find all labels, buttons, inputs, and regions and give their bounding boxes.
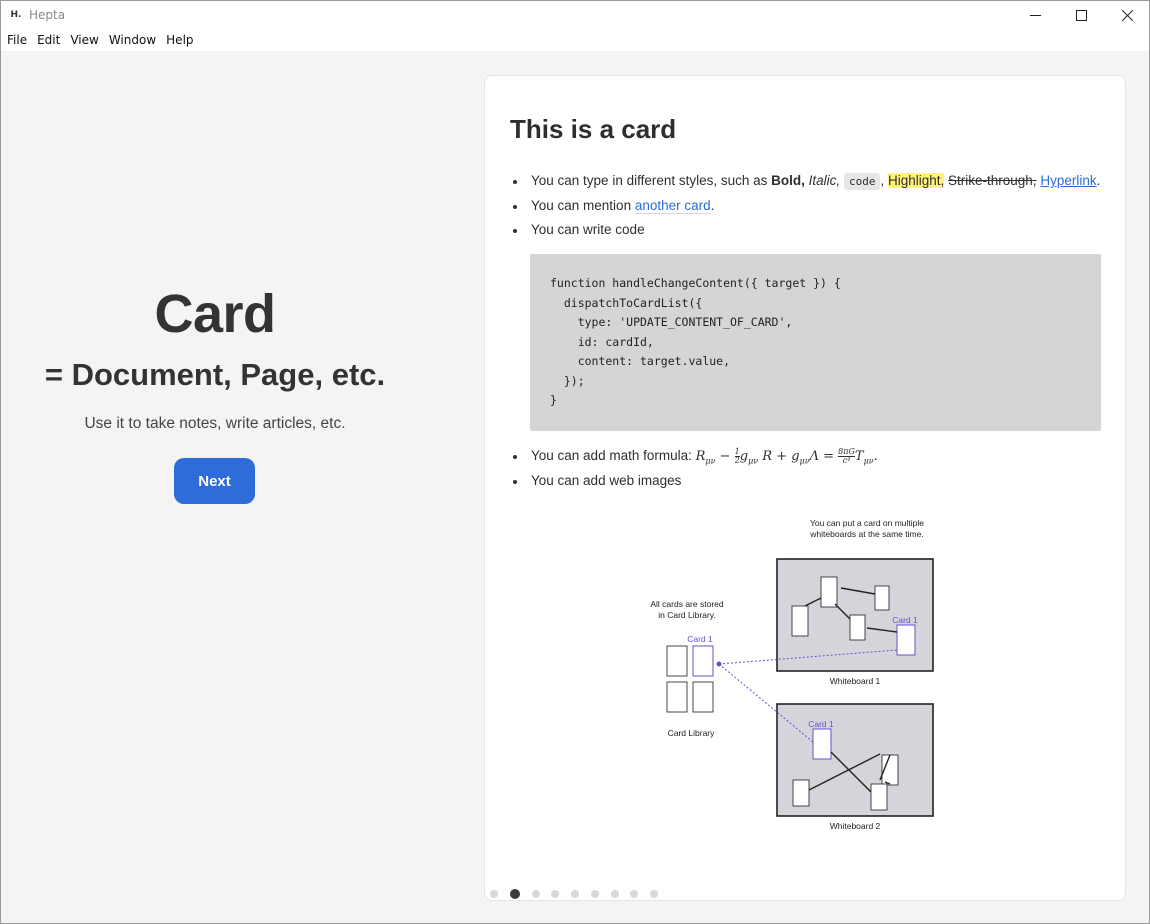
card-bullet-list: You can type in different styles, such a… bbox=[510, 169, 1110, 243]
page-dot-active[interactable] bbox=[509, 889, 520, 899]
list-item: You can write code bbox=[510, 218, 1110, 243]
maximize-icon bbox=[1075, 9, 1087, 21]
next-button[interactable]: Next bbox=[174, 458, 255, 504]
whiteboard-2-label: Whiteboard 2 bbox=[830, 821, 881, 831]
page-dot[interactable] bbox=[571, 890, 579, 898]
whiteboard-1-label: Whiteboard 1 bbox=[830, 676, 881, 686]
code-block: function handleChangeContent({ target })… bbox=[530, 254, 1101, 431]
menu-bar: File Edit View Window Help bbox=[0, 30, 1150, 51]
whiteboard-diagram-image: You can put a card on multiple whiteboar… bbox=[650, 518, 934, 831]
image-bullet-text: You can add web images bbox=[531, 472, 682, 488]
library-link-dot bbox=[716, 661, 722, 667]
bold-text: Bold, bbox=[771, 173, 805, 188]
card-mention-link[interactable]: another card bbox=[634, 197, 711, 214]
code-bullet-text: You can write code bbox=[531, 222, 645, 237]
card-library-label: Card Library bbox=[668, 728, 716, 738]
inline-code: code bbox=[843, 173, 881, 190]
doc-icon bbox=[820, 576, 838, 608]
card1-label: Card 1 bbox=[892, 615, 918, 625]
doc-icon bbox=[692, 681, 714, 713]
hyperlink[interactable]: Hyperlink bbox=[1040, 173, 1096, 188]
diagram-note-left: in Card Library. bbox=[658, 610, 715, 620]
mention-prefix: You can mention bbox=[531, 197, 635, 213]
code-line: id: cardId, bbox=[550, 334, 654, 349]
window-title: Hepta bbox=[29, 8, 66, 22]
card1-doc-icon bbox=[896, 624, 916, 656]
page-dot[interactable] bbox=[531, 890, 540, 898]
pagination-dots bbox=[480, 880, 668, 908]
list-item: You can add math formula: Rμν − 1 2 gμν R … bbox=[510, 444, 1110, 469]
highlight-text: Highlight, bbox=[887, 173, 945, 188]
minimize-button[interactable] bbox=[1012, 0, 1058, 30]
menu-window[interactable]: Window bbox=[104, 30, 161, 51]
strikethrough-text: Strike-through, bbox=[948, 173, 1037, 188]
intro-description: Use it to take notes, write articles, et… bbox=[84, 415, 346, 432]
styles-end: . bbox=[1096, 173, 1101, 188]
title-bar: H. Hepta bbox=[0, 0, 1150, 30]
card-bullet-list-2: You can add math formula: Rμν − 1 2 gμν R … bbox=[510, 444, 1110, 493]
card1-doc-icon bbox=[812, 728, 832, 760]
menu-file[interactable]: File bbox=[2, 30, 32, 51]
doc-icon bbox=[849, 614, 866, 641]
doc-icon bbox=[666, 645, 688, 677]
menu-view[interactable]: View bbox=[65, 30, 103, 51]
card1-label: Card 1 bbox=[808, 719, 834, 729]
doc-icon bbox=[870, 783, 888, 811]
card1-doc-icon bbox=[692, 645, 714, 677]
math-formula: Rμν − 1 2 gμν R + gμνΛ = 8πG c⁴ Tμν. bbox=[695, 447, 878, 466]
page-dot[interactable] bbox=[610, 890, 619, 898]
code-line: type: 'UPDATE_CONTENT_OF_CARD', bbox=[550, 315, 793, 329]
diagram-note-top: whiteboards at the same time. bbox=[809, 529, 923, 539]
code-line: function handleChangeContent({ target })… bbox=[550, 276, 841, 290]
doc-icon bbox=[666, 681, 688, 713]
italic-text: Italic, bbox=[808, 173, 841, 188]
maximize-button[interactable] bbox=[1058, 0, 1104, 30]
page-dot[interactable] bbox=[490, 890, 498, 898]
intro-title: Card bbox=[154, 284, 276, 344]
window-controls bbox=[1012, 0, 1150, 30]
mention-end: . bbox=[710, 197, 715, 213]
page-dot[interactable] bbox=[630, 890, 639, 898]
math-bullet-text: You can add math formula: bbox=[531, 448, 696, 463]
code-line: content: target.value, bbox=[550, 354, 731, 368]
doc-icon bbox=[792, 779, 810, 807]
code-line: } bbox=[550, 393, 557, 407]
card1-label: Card 1 bbox=[687, 634, 713, 644]
list-item: You can add web images bbox=[510, 469, 1110, 494]
page-dot[interactable] bbox=[650, 890, 658, 898]
close-icon bbox=[1121, 9, 1133, 21]
intro-subtitle: = Document, Page, etc. bbox=[44, 357, 386, 392]
sample-card[interactable]: This is a card You can type in different… bbox=[484, 75, 1126, 901]
list-item: You can mention another card. bbox=[510, 194, 1110, 219]
close-button[interactable] bbox=[1104, 0, 1150, 30]
code-line: dispatchToCardList({ bbox=[550, 295, 703, 310]
menu-help[interactable]: Help bbox=[161, 30, 198, 51]
minimize-icon bbox=[1029, 14, 1041, 16]
diagram-note-left: All cards are stored bbox=[650, 599, 723, 609]
page-dot[interactable] bbox=[590, 890, 599, 898]
card-title: This is a card bbox=[510, 114, 677, 144]
code-line: }); bbox=[550, 373, 585, 388]
list-item: You can type in different styles, such a… bbox=[510, 169, 1110, 194]
doc-icon bbox=[791, 605, 809, 637]
diagram-note-top: You can put a card on multiple bbox=[810, 518, 924, 528]
menu-edit[interactable]: Edit bbox=[32, 30, 65, 51]
doc-icon bbox=[874, 585, 890, 611]
styles-text: You can type in different styles, such a… bbox=[531, 173, 772, 188]
intro-panel: Card = Document, Page, etc. Use it to ta… bbox=[0, 51, 430, 924]
page-dot[interactable] bbox=[551, 890, 560, 898]
app-logo-icon: H. bbox=[10, 10, 22, 20]
